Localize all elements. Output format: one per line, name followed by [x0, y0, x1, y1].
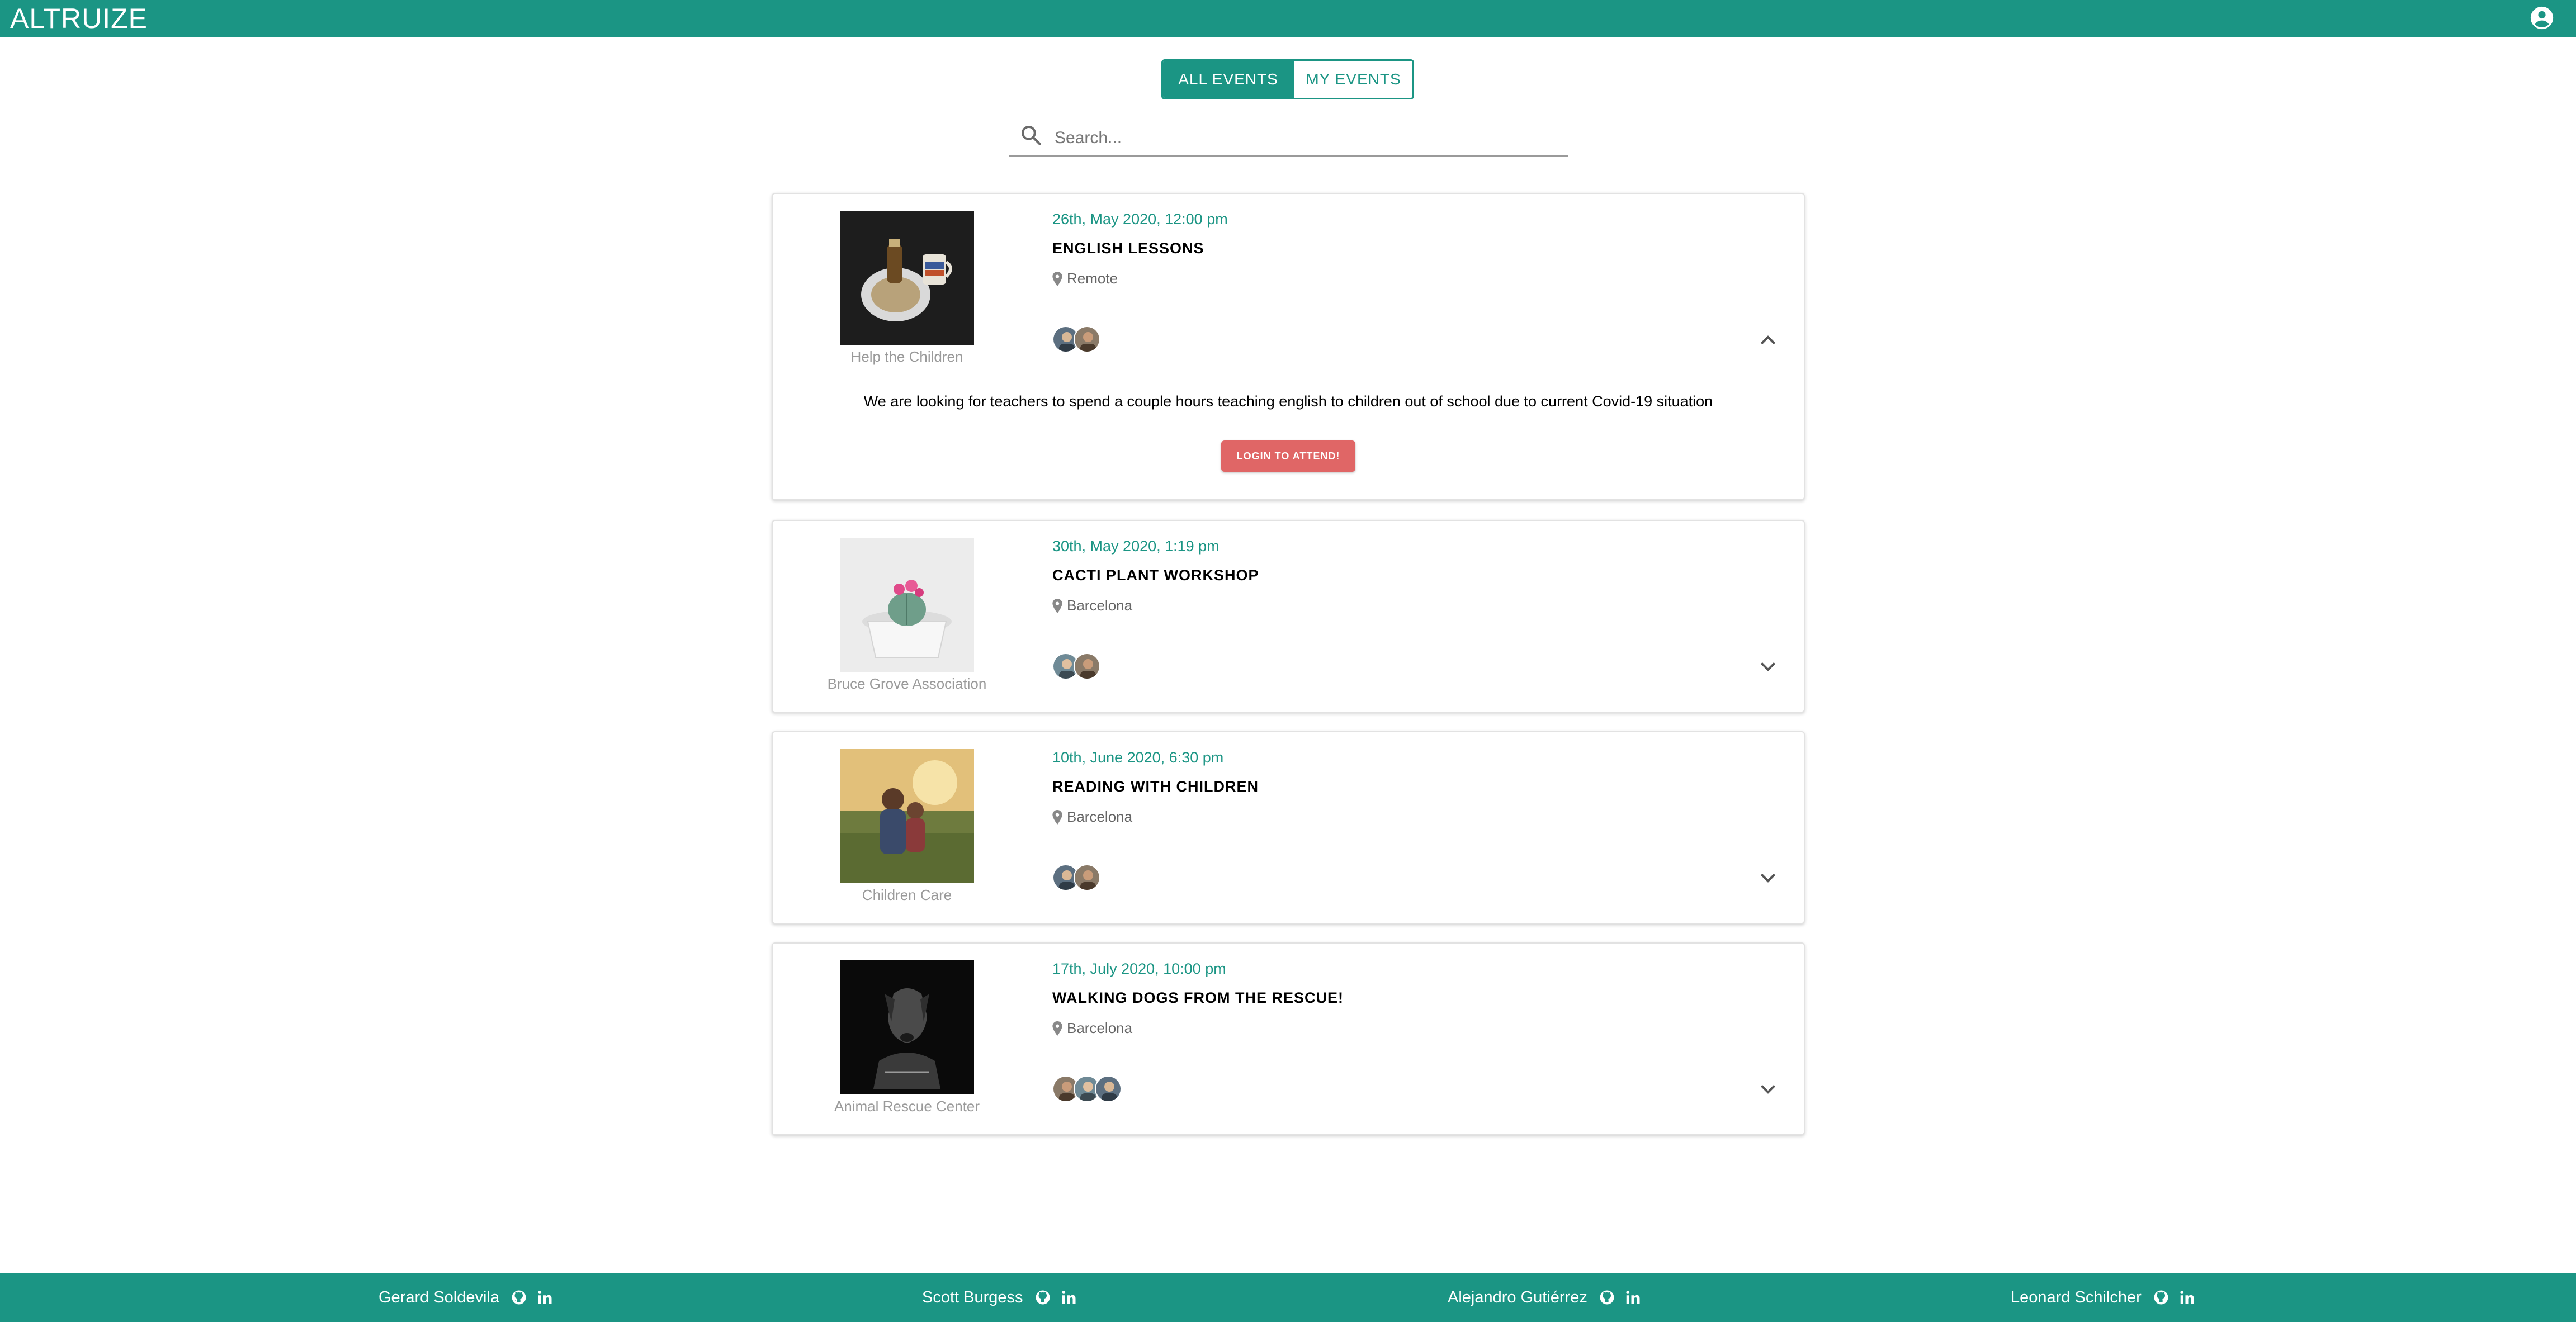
event-location: Remote: [1052, 270, 1118, 287]
attendee-avatars: [1052, 864, 1100, 893]
github-icon[interactable]: [1599, 1289, 1615, 1306]
avatar: [1074, 653, 1100, 680]
event-image: [840, 211, 974, 345]
event-date: 26th, May 2020, 12:00 pm: [1052, 211, 1228, 228]
event-title: WALKING DOGS FROM THE RESCUE!: [1052, 989, 1344, 1006]
footer-member: Scott Burgess: [922, 1285, 1077, 1310]
search-bar: [1009, 121, 1568, 157]
event-card-english-lessons[interactable]: Help the Children 26th, May 2020, 12:00 …: [772, 193, 1805, 500]
location-pin-icon: [1052, 598, 1062, 613]
organization-name: Animal Rescue Center: [834, 1098, 980, 1115]
github-icon[interactable]: [1034, 1289, 1051, 1306]
event-image: [840, 960, 974, 1094]
member-name: Alejandro Gutiérrez: [1448, 1288, 1587, 1306]
event-location: Barcelona: [1052, 597, 1132, 614]
avatar: [1095, 1075, 1122, 1102]
location-label: Barcelona: [1067, 808, 1133, 825]
event-location: Barcelona: [1052, 1020, 1132, 1037]
organization-name: Children Care: [862, 887, 952, 903]
organization-name: Bruce Grove Association: [827, 675, 987, 692]
chevron-down-icon[interactable]: [1757, 870, 1779, 887]
account-circle-icon[interactable]: [2530, 6, 2554, 30]
event-description: We are looking for teachers to spend a c…: [863, 393, 1713, 410]
member-name: Scott Burgess: [922, 1288, 1023, 1306]
event-image: [840, 538, 974, 672]
event-title: CACTI PLANT WORKSHOP: [1052, 567, 1259, 584]
chevron-down-icon[interactable]: [1757, 1081, 1779, 1098]
event-tabs: ALL EVENTS MY EVENTS: [1161, 59, 1414, 99]
avatar: [1074, 326, 1100, 353]
attendee-avatars: [1052, 326, 1100, 355]
linkedin-icon[interactable]: [536, 1289, 553, 1306]
location-label: Barcelona: [1067, 597, 1133, 614]
github-icon[interactable]: [2153, 1289, 2169, 1306]
chevron-down-icon[interactable]: [1757, 658, 1779, 675]
footer-member: Alejandro Gutiérrez: [1448, 1285, 1641, 1310]
event-title: READING WITH CHILDREN: [1052, 778, 1259, 795]
event-date: 17th, July 2020, 10:00 pm: [1052, 960, 1226, 977]
event-image: [840, 749, 974, 883]
tab-all-events[interactable]: ALL EVENTS: [1163, 61, 1293, 98]
event-location: Barcelona: [1052, 808, 1132, 826]
app-logo[interactable]: ALTRUIZE: [10, 2, 148, 35]
event-card-cacti-plant-workshop[interactable]: Bruce Grove Association 30th, May 2020, …: [772, 520, 1805, 713]
search-icon: [1022, 126, 1041, 145]
event-card-walking-dogs[interactable]: Animal Rescue Center 17th, July 2020, 10…: [772, 942, 1805, 1135]
tab-my-events[interactable]: MY EVENTS: [1293, 61, 1412, 98]
footer-member: Leonard Schilcher: [2011, 1285, 2195, 1310]
organization-name: Help the Children: [850, 348, 963, 365]
event-title: ENGLISH LESSONS: [1052, 240, 1204, 257]
event-date: 10th, June 2020, 6:30 pm: [1052, 749, 1224, 766]
location-pin-icon: [1052, 271, 1062, 286]
search-input[interactable]: [1053, 125, 1559, 151]
linkedin-icon[interactable]: [2178, 1289, 2195, 1306]
location-label: Barcelona: [1067, 1020, 1133, 1036]
event-card-reading-with-children[interactable]: Children Care 10th, June 2020, 6:30 pm R…: [772, 731, 1805, 924]
login-to-attend-button[interactable]: LOGIN TO ATTEND!: [1221, 440, 1355, 472]
location-pin-icon: [1052, 809, 1062, 825]
member-name: Gerard Soldevila: [379, 1288, 499, 1306]
location-pin-icon: [1052, 1021, 1062, 1036]
event-date: 30th, May 2020, 1:19 pm: [1052, 538, 1220, 555]
footer: Gerard Soldevila Scott Burgess Alejandro…: [0, 1273, 2576, 1322]
linkedin-icon[interactable]: [1060, 1289, 1077, 1306]
attendee-avatars: [1052, 1075, 1122, 1105]
chevron-up-icon[interactable]: [1757, 331, 1779, 348]
attendee-avatars: [1052, 653, 1100, 682]
footer-member: Gerard Soldevila: [379, 1285, 553, 1310]
github-icon[interactable]: [511, 1289, 527, 1306]
avatar: [1074, 864, 1100, 891]
app-header: ALTRUIZE: [0, 0, 2576, 37]
location-label: Remote: [1067, 270, 1118, 287]
linkedin-icon[interactable]: [1624, 1289, 1641, 1306]
member-name: Leonard Schilcher: [2011, 1288, 2142, 1306]
